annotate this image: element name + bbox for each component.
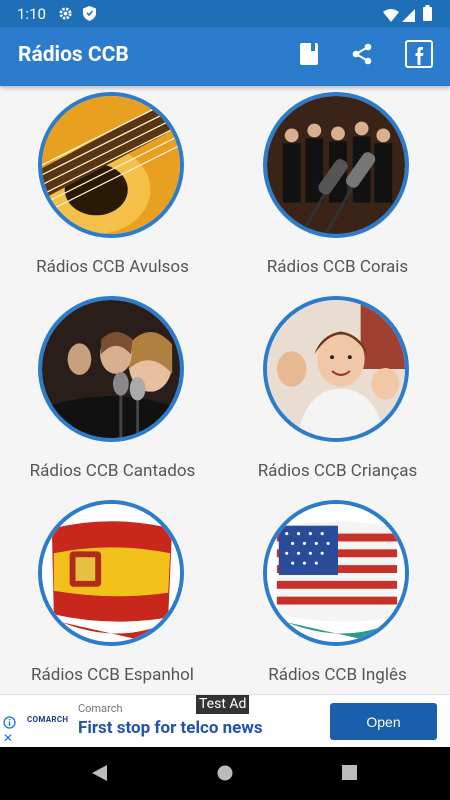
open-button[interactable]: Open (330, 703, 437, 740)
spain-flag-image (38, 500, 184, 646)
facebook-button[interactable] (404, 40, 434, 72)
choir-image (263, 92, 409, 238)
ad-headline[interactable]: First stop for telco news (78, 718, 263, 738)
usa-flag-image (263, 500, 409, 646)
signal-icon (402, 7, 415, 26)
settings-icon (58, 6, 73, 25)
wifi-icon (383, 7, 399, 26)
advertiser-logo: COMARCH (27, 715, 69, 724)
category-espanhol[interactable]: Rádios CCB Espanhol (0, 494, 225, 698)
category-cantados[interactable]: Rádios CCB Cantados (0, 290, 225, 494)
ad-banner[interactable]: ✕ Test Ad COMARCH Comarch First stop for… (0, 694, 450, 748)
close-icon[interactable]: ✕ (3, 731, 13, 745)
home-icon[interactable] (217, 765, 233, 785)
children-image (263, 296, 409, 442)
recents-icon[interactable] (342, 765, 357, 784)
category-label: Rádios CCB Avulsos (36, 257, 189, 277)
battery-icon (423, 5, 432, 25)
back-icon[interactable] (92, 765, 107, 785)
test-ad-badge: Test Ad (196, 695, 250, 714)
singers-image (38, 296, 184, 442)
category-label: Rádios CCB Crianças (257, 461, 418, 481)
guitar-image (38, 92, 184, 238)
share-icon (351, 43, 373, 69)
status-bar: 1:10 (0, 0, 450, 27)
app-title: Rádios CCB (18, 43, 129, 67)
book-button[interactable] (294, 41, 324, 71)
app-bar: Rádios CCB (0, 27, 450, 86)
category-label: Rádios CCB Cantados (29, 461, 196, 481)
category-ingles[interactable]: Rádios CCB Inglês (225, 494, 450, 698)
navigation-bar (0, 747, 450, 800)
category-grid: Rádios CCB Avulsos Rádios CCB Corais Rád… (0, 86, 450, 694)
share-button[interactable] (347, 41, 377, 71)
category-corais[interactable]: Rádios CCB Corais (225, 86, 450, 290)
advertiser-name: Comarch (78, 702, 123, 715)
category-criancas[interactable]: Rádios CCB Crianças (225, 290, 450, 494)
category-label: Rádios CCB Inglês (268, 665, 407, 685)
shield-icon (83, 6, 96, 25)
category-label: Rádios CCB Corais (266, 257, 409, 277)
book-icon (300, 43, 318, 69)
category-label: Rádios CCB Espanhol (31, 665, 194, 685)
status-time: 1:10 (17, 5, 46, 23)
category-avulsos[interactable]: Rádios CCB Avulsos (0, 86, 225, 290)
facebook-icon (405, 40, 433, 72)
